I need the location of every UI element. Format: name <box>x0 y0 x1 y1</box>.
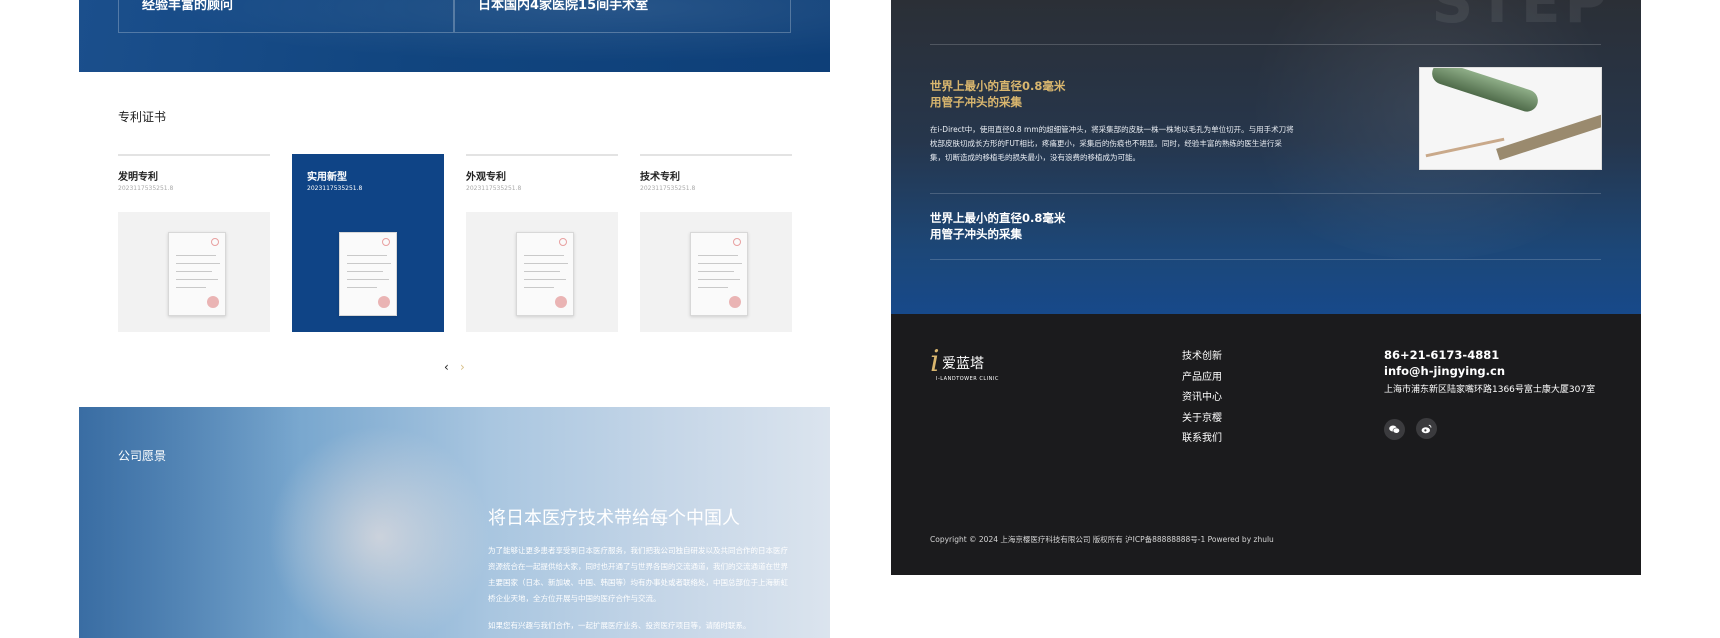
certificate-image <box>339 232 397 316</box>
vision-heading: 将日本医疗技术带给每个中国人 <box>488 508 740 529</box>
vision-section-title: 公司愿景 <box>118 449 167 463</box>
seal-icon <box>211 238 219 246</box>
punch-pen-shape <box>1429 68 1541 115</box>
copyright-text: Copyright © 2024 上海京樱医疗科技有限公司 版权所有 沪ICP备… <box>930 535 1274 544</box>
patent-card[interactable]: 外观专利 2023117535251.8 <box>466 154 618 332</box>
seal-icon <box>733 238 741 246</box>
swab-shape <box>1425 137 1505 158</box>
certificate-thumbnail <box>118 212 270 332</box>
certificate-thumbnail <box>640 212 792 332</box>
clinic-logo[interactable]: i 爱蓝塔 I-LANDTOWER CLINIC <box>930 347 1010 387</box>
patent-card-name: 发明专利 <box>118 172 158 183</box>
patent-section-title: 专利证书 <box>118 110 167 124</box>
hero-box-2 <box>454 0 791 33</box>
contact-email[interactable]: info@h-jingying.cn <box>1384 363 1595 380</box>
patent-card-list: 发明专利 2023117535251.8 实用新型 2023117535251.… <box>118 154 792 332</box>
technology-section: STEP 世界上最小的直径0.8毫米 用管子冲头的采集 在i-Direct中，使… <box>891 0 1641 314</box>
hero-item-2: 日本国内4家医院15间手术室 <box>478 0 649 13</box>
patent-card-active[interactable]: 实用新型 2023117535251.8 <box>292 154 444 332</box>
card-divider <box>118 154 270 156</box>
footer-nav-news[interactable]: 资讯中心 <box>1182 388 1222 409</box>
logo-chinese-name: 爱蓝塔 <box>942 356 984 372</box>
patent-card-name: 技术专利 <box>640 172 680 183</box>
patent-card-name: 外观专利 <box>466 172 506 183</box>
feature-1-body: 在i-Direct中，使用直径0.8 mm的超细管冲头，将采集部的皮肤一株一株地… <box>930 125 1294 162</box>
footer-contact: 86+21-6173-4881 info@h-jingying.cn 上海市浦东… <box>1384 347 1595 400</box>
vision-contact-note: 如果您有兴趣与我们合作，一起扩展医疗业务、投资医疗项目等，请随时联系。 <box>488 621 751 630</box>
feature-2-title-line2: 用管子冲头的采集 <box>930 227 1022 241</box>
step-watermark: STEP <box>1431 0 1611 36</box>
left-panel: 经验丰富的顾问 日本国内4家医院15间手术室 专利证书 发明专利 2023117… <box>79 0 830 638</box>
divider <box>930 44 1601 45</box>
patent-card-number: 2023117535251.8 <box>307 185 363 192</box>
seal-icon <box>382 238 390 246</box>
card-divider <box>640 154 792 156</box>
feature-1-title-line1: 世界上最小的直径0.8毫米 <box>930 79 1066 93</box>
feature-2-title-line1: 世界上最小的直径0.8毫米 <box>930 211 1066 225</box>
pager-prev-chevron-icon[interactable]: ‹ <box>444 360 449 374</box>
feature-2-title[interactable]: 世界上最小的直径0.8毫米 用管子冲头的采集 <box>930 210 1065 242</box>
hero-strip: 经验丰富的顾问 日本国内4家医院15间手术室 <box>79 0 830 72</box>
stamp-icon <box>555 296 567 308</box>
footer-nav-products[interactable]: 产品应用 <box>1182 368 1222 389</box>
seal-icon <box>559 238 567 246</box>
certificate-thumbnail <box>466 212 618 332</box>
pager-next-chevron-icon[interactable]: › <box>460 360 465 374</box>
patent-card[interactable]: 发明专利 2023117535251.8 <box>118 154 270 332</box>
right-panel: STEP 世界上最小的直径0.8毫米 用管子冲头的采集 在i-Direct中，使… <box>891 0 1641 575</box>
vision-section: 公司愿景 将日本医疗技术带给每个中国人 为了能够让更多患者享受到日本医疗服务，我… <box>79 407 830 638</box>
footer-nav-contact[interactable]: 联系我们 <box>1182 429 1222 450</box>
hero-box-1 <box>118 0 454 33</box>
certificate-image <box>690 232 748 316</box>
punch-tool-image <box>1419 67 1602 170</box>
stamp-icon <box>729 296 741 308</box>
logo-i-mark: i <box>930 344 940 379</box>
footer-nav: 技术创新 产品应用 资讯中心 关于京樱 联系我们 <box>1182 347 1222 450</box>
vision-background-glow <box>249 427 509 638</box>
stamp-icon <box>378 296 390 308</box>
feature-1-title[interactable]: 世界上最小的直径0.8毫米 用管子冲头的采集 <box>930 78 1065 110</box>
certificate-image <box>168 232 226 316</box>
vision-body: 为了能够让更多患者享受到日本医疗服务，我们把我公司独自研发以及共同合作的日本医疗… <box>488 546 788 603</box>
divider <box>930 193 1601 194</box>
patent-card-name: 实用新型 <box>307 172 347 183</box>
ruler-shape <box>1496 111 1601 161</box>
footer-nav-about[interactable]: 关于京樱 <box>1182 409 1222 430</box>
patent-card-number: 2023117535251.8 <box>118 185 174 192</box>
site-footer: i 爱蓝塔 I-LANDTOWER CLINIC 技术创新 产品应用 资讯中心 … <box>891 314 1641 575</box>
divider <box>930 259 1601 260</box>
stamp-icon <box>207 296 219 308</box>
footer-nav-tech[interactable]: 技术创新 <box>1182 347 1222 368</box>
logo-english-name: I-LANDTOWER CLINIC <box>936 376 999 382</box>
patent-card-number: 2023117535251.8 <box>466 185 522 192</box>
patent-card[interactable]: 技术专利 2023117535251.8 <box>640 154 792 332</box>
hero-item-1: 经验丰富的顾问 <box>142 0 234 13</box>
feature-1-title-line2: 用管子冲头的采集 <box>930 95 1022 109</box>
weibo-icon[interactable] <box>1416 418 1438 439</box>
patent-card-number: 2023117535251.8 <box>640 185 696 192</box>
card-divider <box>466 154 618 156</box>
certificate-image <box>516 232 574 316</box>
wechat-icon[interactable] <box>1384 419 1405 440</box>
contact-address: 上海市浦东新区陆家嘴环路1366号富士康大厦307室 <box>1384 385 1596 395</box>
contact-phone[interactable]: 86+21-6173-4881 <box>1384 347 1595 363</box>
certificate-thumbnail <box>292 212 444 332</box>
social-links <box>1384 418 1443 440</box>
